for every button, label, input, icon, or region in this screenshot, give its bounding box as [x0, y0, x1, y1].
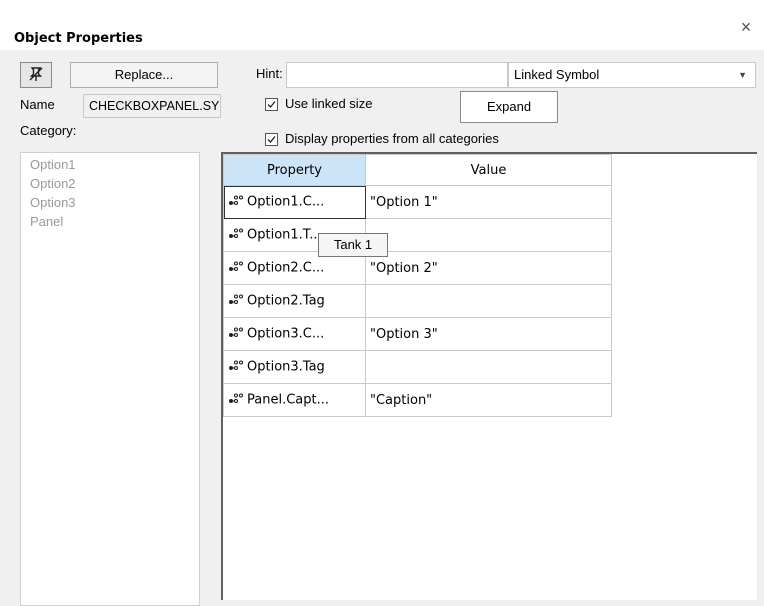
category-list[interactable]: Option1 Option2 Option3 Panel — [20, 152, 200, 606]
tooltip: Tank 1 — [318, 233, 388, 257]
table-row[interactable]: Option1.C... "Option 1" — [223, 185, 612, 219]
property-column-header[interactable]: Property — [223, 154, 366, 186]
property-grid[interactable]: Property Value Option1.C... "Option 1" O… — [221, 152, 757, 600]
expand-button[interactable]: Expand — [460, 91, 558, 123]
grid-header-row: Property Value — [223, 154, 612, 186]
name-label: Name — [20, 97, 55, 112]
property-name: Option2.C... — [247, 260, 325, 276]
hint-input[interactable] — [286, 62, 508, 88]
category-label: Category: — [20, 123, 77, 138]
value-cell[interactable]: "Option 1" — [365, 185, 612, 219]
category-item-panel[interactable]: Panel — [21, 212, 199, 231]
replace-button[interactable]: Replace... — [70, 62, 218, 88]
value-column-header[interactable]: Value — [365, 154, 612, 186]
linked-property-icon — [228, 260, 244, 276]
property-name: Option2.Tag — [247, 293, 325, 309]
property-cell[interactable]: Option2.Tag — [223, 284, 366, 318]
display-all-categories-label: Display properties from all categories — [285, 131, 499, 146]
hint-label: Hint: — [256, 66, 283, 81]
table-row[interactable]: Option3.C... "Option 3" — [223, 317, 612, 351]
table-row[interactable]: Option2.Tag — [223, 284, 612, 318]
checkmark-icon — [267, 101, 276, 108]
linked-property-icon — [228, 293, 244, 309]
symbol-type-select[interactable]: Linked Symbol ▼ — [508, 62, 756, 88]
linked-property-icon — [228, 392, 244, 408]
table-row[interactable]: Option3.Tag — [223, 350, 612, 384]
pin-icon — [28, 66, 44, 85]
use-linked-size-checkbox[interactable] — [265, 98, 278, 111]
display-all-categories-checkbox[interactable] — [265, 133, 278, 146]
property-name: Option3.Tag — [247, 359, 325, 375]
pin-button[interactable] — [20, 62, 52, 88]
dialog-title: Object Properties — [14, 31, 143, 46]
value-cell[interactable]: "Caption" — [365, 383, 612, 417]
value-cell[interactable] — [365, 218, 612, 252]
table-row[interactable]: Option1.T... — [223, 218, 612, 252]
linked-property-icon — [228, 227, 244, 243]
value-cell[interactable] — [365, 350, 612, 384]
property-cell[interactable]: Option3.C... — [223, 317, 366, 351]
value-cell[interactable]: "Option 3" — [365, 317, 612, 351]
category-item-option2[interactable]: Option2 — [21, 174, 199, 193]
property-name: Option1.T... — [247, 227, 322, 243]
property-table: Property Value Option1.C... "Option 1" O… — [223, 154, 612, 417]
linked-property-icon — [228, 326, 244, 342]
table-row[interactable]: Panel.Capt... "Caption" — [223, 383, 612, 417]
property-name: Option1.C... — [247, 194, 325, 210]
name-field[interactable]: CHECKBOXPANEL.SY — [83, 94, 221, 118]
table-row[interactable]: Option2.C... "Option 2" — [223, 251, 612, 285]
property-cell[interactable]: Panel.Capt... — [223, 383, 366, 417]
checkmark-icon — [267, 136, 276, 143]
symbol-type-value: Linked Symbol — [514, 67, 600, 82]
chevron-down-icon: ▼ — [738, 70, 747, 80]
property-cell[interactable]: Option3.Tag — [223, 350, 366, 384]
use-linked-size-label: Use linked size — [285, 96, 373, 111]
close-icon[interactable]: × — [737, 18, 755, 36]
value-cell[interactable] — [365, 284, 612, 318]
value-cell[interactable]: "Option 2" — [365, 251, 612, 285]
property-name: Panel.Capt... — [247, 392, 329, 408]
category-item-option1[interactable]: Option1 — [21, 155, 199, 174]
linked-property-icon — [228, 194, 244, 210]
linked-property-icon — [228, 359, 244, 375]
property-name: Option3.C... — [247, 326, 325, 342]
category-item-option3[interactable]: Option3 — [21, 193, 199, 212]
property-cell[interactable]: Option1.C... — [223, 185, 366, 219]
